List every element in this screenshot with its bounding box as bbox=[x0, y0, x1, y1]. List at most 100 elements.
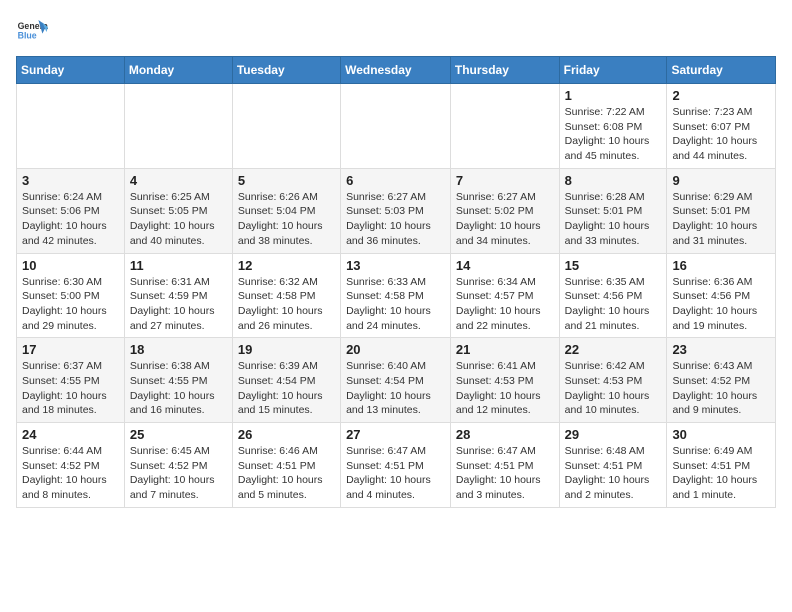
day-number: 7 bbox=[456, 173, 554, 188]
day-info: Sunrise: 6:49 AM Sunset: 4:51 PM Dayligh… bbox=[672, 444, 770, 503]
day-number: 6 bbox=[346, 173, 445, 188]
day-number: 12 bbox=[238, 258, 335, 273]
day-info: Sunrise: 6:39 AM Sunset: 4:54 PM Dayligh… bbox=[238, 359, 335, 418]
day-info: Sunrise: 6:45 AM Sunset: 4:52 PM Dayligh… bbox=[130, 444, 227, 503]
day-info: Sunrise: 6:37 AM Sunset: 4:55 PM Dayligh… bbox=[22, 359, 119, 418]
calendar-cell bbox=[124, 84, 232, 169]
calendar-cell: 4Sunrise: 6:25 AM Sunset: 5:05 PM Daylig… bbox=[124, 168, 232, 253]
day-info: Sunrise: 7:23 AM Sunset: 6:07 PM Dayligh… bbox=[672, 105, 770, 164]
day-info: Sunrise: 6:27 AM Sunset: 5:02 PM Dayligh… bbox=[456, 190, 554, 249]
day-number: 14 bbox=[456, 258, 554, 273]
calendar-cell: 12 Sunrise: 6:32 AM Sunset: 4:58 PM Dayli… bbox=[232, 253, 340, 338]
day-number: 16 bbox=[672, 258, 770, 273]
day-number: 10 bbox=[22, 258, 119, 273]
calendar-cell: 6 Sunrise: 6:27 AM Sunset: 5:03 PM Daylig… bbox=[341, 168, 451, 253]
day-number: 5 bbox=[238, 173, 335, 188]
day-number: 26 bbox=[238, 427, 335, 442]
calendar-cell bbox=[17, 84, 125, 169]
week-row-1: 1 Sunrise: 7:22 AM Sunset: 6:08 PM Daylig… bbox=[17, 84, 776, 169]
day-info: Sunrise: 6:47 AM Sunset: 4:51 PM Dayligh… bbox=[346, 444, 445, 503]
day-number: 28 bbox=[456, 427, 554, 442]
header-saturday: Saturday bbox=[667, 57, 776, 84]
day-info: Sunrise: 6:34 AM Sunset: 4:57 PM Dayligh… bbox=[456, 275, 554, 334]
day-info: Sunrise: 6:27 AM Sunset: 5:03 PM Dayligh… bbox=[346, 190, 445, 249]
svg-text:Blue: Blue bbox=[18, 30, 37, 40]
calendar-cell: 21 Sunrise: 6:41 AM Sunset: 4:53 PM Dayli… bbox=[450, 338, 559, 423]
day-number: 24 bbox=[22, 427, 119, 442]
day-info: Sunrise: 6:29 AM Sunset: 5:01 PM Dayligh… bbox=[672, 190, 770, 249]
day-info: Sunrise: 6:26 AM Sunset: 5:04 PM Dayligh… bbox=[238, 190, 335, 249]
calendar-cell: 30 Sunrise: 6:49 AM Sunset: 4:51 PM Dayli… bbox=[667, 423, 776, 508]
header-wednesday: Wednesday bbox=[341, 57, 451, 84]
day-info: Sunrise: 6:30 AM Sunset: 5:00 PM Dayligh… bbox=[22, 275, 119, 334]
day-info: Sunrise: 6:33 AM Sunset: 4:58 PM Dayligh… bbox=[346, 275, 445, 334]
calendar-cell: 8 Sunrise: 6:28 AM Sunset: 5:01 PM Daylig… bbox=[559, 168, 667, 253]
calendar-header-row: SundayMondayTuesdayWednesdayThursdayFrid… bbox=[17, 57, 776, 84]
header-monday: Monday bbox=[124, 57, 232, 84]
day-number: 23 bbox=[672, 342, 770, 357]
day-info: Sunrise: 6:28 AM Sunset: 5:01 PM Dayligh… bbox=[565, 190, 662, 249]
day-number: 30 bbox=[672, 427, 770, 442]
calendar-cell: 2 Sunrise: 7:23 AM Sunset: 6:07 PM Daylig… bbox=[667, 84, 776, 169]
calendar-cell: 27 Sunrise: 6:47 AM Sunset: 4:51 PM Dayli… bbox=[341, 423, 451, 508]
day-info: Sunrise: 6:24 AM Sunset: 5:06 PM Dayligh… bbox=[22, 190, 119, 249]
logo: General Blue bbox=[16, 16, 48, 48]
day-number: 11 bbox=[130, 258, 227, 273]
day-number: 13 bbox=[346, 258, 445, 273]
day-number: 27 bbox=[346, 427, 445, 442]
week-row-4: 17 Sunrise: 6:37 AM Sunset: 4:55 PM Dayli… bbox=[17, 338, 776, 423]
day-number: 3 bbox=[22, 173, 119, 188]
day-number: 18 bbox=[130, 342, 227, 357]
calendar-cell bbox=[341, 84, 451, 169]
day-info: Sunrise: 6:47 AM Sunset: 4:51 PM Dayligh… bbox=[456, 444, 554, 503]
calendar-cell: 24 Sunrise: 6:44 AM Sunset: 4:52 PM Dayli… bbox=[17, 423, 125, 508]
calendar-cell: 3 Sunrise: 6:24 AM Sunset: 5:06 PM Daylig… bbox=[17, 168, 125, 253]
header-tuesday: Tuesday bbox=[232, 57, 340, 84]
calendar-cell: 9 Sunrise: 6:29 AM Sunset: 5:01 PM Daylig… bbox=[667, 168, 776, 253]
calendar-cell: 16 Sunrise: 6:36 AM Sunset: 4:56 PM Dayli… bbox=[667, 253, 776, 338]
day-info: Sunrise: 6:38 AM Sunset: 4:55 PM Dayligh… bbox=[130, 359, 227, 418]
day-number: 15 bbox=[565, 258, 662, 273]
day-info: Sunrise: 6:36 AM Sunset: 4:56 PM Dayligh… bbox=[672, 275, 770, 334]
day-info: Sunrise: 6:46 AM Sunset: 4:51 PM Dayligh… bbox=[238, 444, 335, 503]
day-number: 4 bbox=[130, 173, 227, 188]
calendar-cell: 25Sunrise: 6:45 AM Sunset: 4:52 PM Dayli… bbox=[124, 423, 232, 508]
calendar-cell: 20 Sunrise: 6:40 AM Sunset: 4:54 PM Dayli… bbox=[341, 338, 451, 423]
calendar-cell: 11 Sunrise: 6:31 AM Sunset: 4:59 PM Dayli… bbox=[124, 253, 232, 338]
calendar-cell: 29Sunrise: 6:48 AM Sunset: 4:51 PM Dayli… bbox=[559, 423, 667, 508]
calendar-cell: 1 Sunrise: 7:22 AM Sunset: 6:08 PM Daylig… bbox=[559, 84, 667, 169]
day-number: 20 bbox=[346, 342, 445, 357]
calendar-cell: 22Sunrise: 6:42 AM Sunset: 4:53 PM Dayli… bbox=[559, 338, 667, 423]
day-info: Sunrise: 7:22 AM Sunset: 6:08 PM Dayligh… bbox=[565, 105, 662, 164]
day-info: Sunrise: 6:41 AM Sunset: 4:53 PM Dayligh… bbox=[456, 359, 554, 418]
calendar-cell bbox=[450, 84, 559, 169]
day-info: Sunrise: 6:35 AM Sunset: 4:56 PM Dayligh… bbox=[565, 275, 662, 334]
calendar-cell: 13 Sunrise: 6:33 AM Sunset: 4:58 PM Dayli… bbox=[341, 253, 451, 338]
day-number: 22 bbox=[565, 342, 662, 357]
calendar-cell: 17 Sunrise: 6:37 AM Sunset: 4:55 PM Dayli… bbox=[17, 338, 125, 423]
day-number: 1 bbox=[565, 88, 662, 103]
calendar-cell: 18 Sunrise: 6:38 AM Sunset: 4:55 PM Dayli… bbox=[124, 338, 232, 423]
calendar-cell bbox=[232, 84, 340, 169]
logo-icon: General Blue bbox=[16, 16, 48, 48]
day-info: Sunrise: 6:48 AM Sunset: 4:51 PM Dayligh… bbox=[565, 444, 662, 503]
day-number: 19 bbox=[238, 342, 335, 357]
calendar-cell: 28 Sunrise: 6:47 AM Sunset: 4:51 PM Dayli… bbox=[450, 423, 559, 508]
day-info: Sunrise: 6:31 AM Sunset: 4:59 PM Dayligh… bbox=[130, 275, 227, 334]
calendar-cell: 26 Sunrise: 6:46 AM Sunset: 4:51 PM Dayli… bbox=[232, 423, 340, 508]
day-number: 9 bbox=[672, 173, 770, 188]
calendar-cell: 5 Sunrise: 6:26 AM Sunset: 5:04 PM Daylig… bbox=[232, 168, 340, 253]
day-number: 8 bbox=[565, 173, 662, 188]
calendar-cell: 14 Sunrise: 6:34 AM Sunset: 4:57 PM Dayli… bbox=[450, 253, 559, 338]
header-sunday: Sunday bbox=[17, 57, 125, 84]
calendar-cell: 7 Sunrise: 6:27 AM Sunset: 5:02 PM Daylig… bbox=[450, 168, 559, 253]
week-row-3: 10 Sunrise: 6:30 AM Sunset: 5:00 PM Dayli… bbox=[17, 253, 776, 338]
header: General Blue bbox=[16, 16, 776, 48]
day-info: Sunrise: 6:40 AM Sunset: 4:54 PM Dayligh… bbox=[346, 359, 445, 418]
day-info: Sunrise: 6:44 AM Sunset: 4:52 PM Dayligh… bbox=[22, 444, 119, 503]
day-info: Sunrise: 6:32 AM Sunset: 4:58 PM Dayligh… bbox=[238, 275, 335, 334]
day-number: 2 bbox=[672, 88, 770, 103]
day-number: 21 bbox=[456, 342, 554, 357]
header-thursday: Thursday bbox=[450, 57, 559, 84]
day-number: 17 bbox=[22, 342, 119, 357]
